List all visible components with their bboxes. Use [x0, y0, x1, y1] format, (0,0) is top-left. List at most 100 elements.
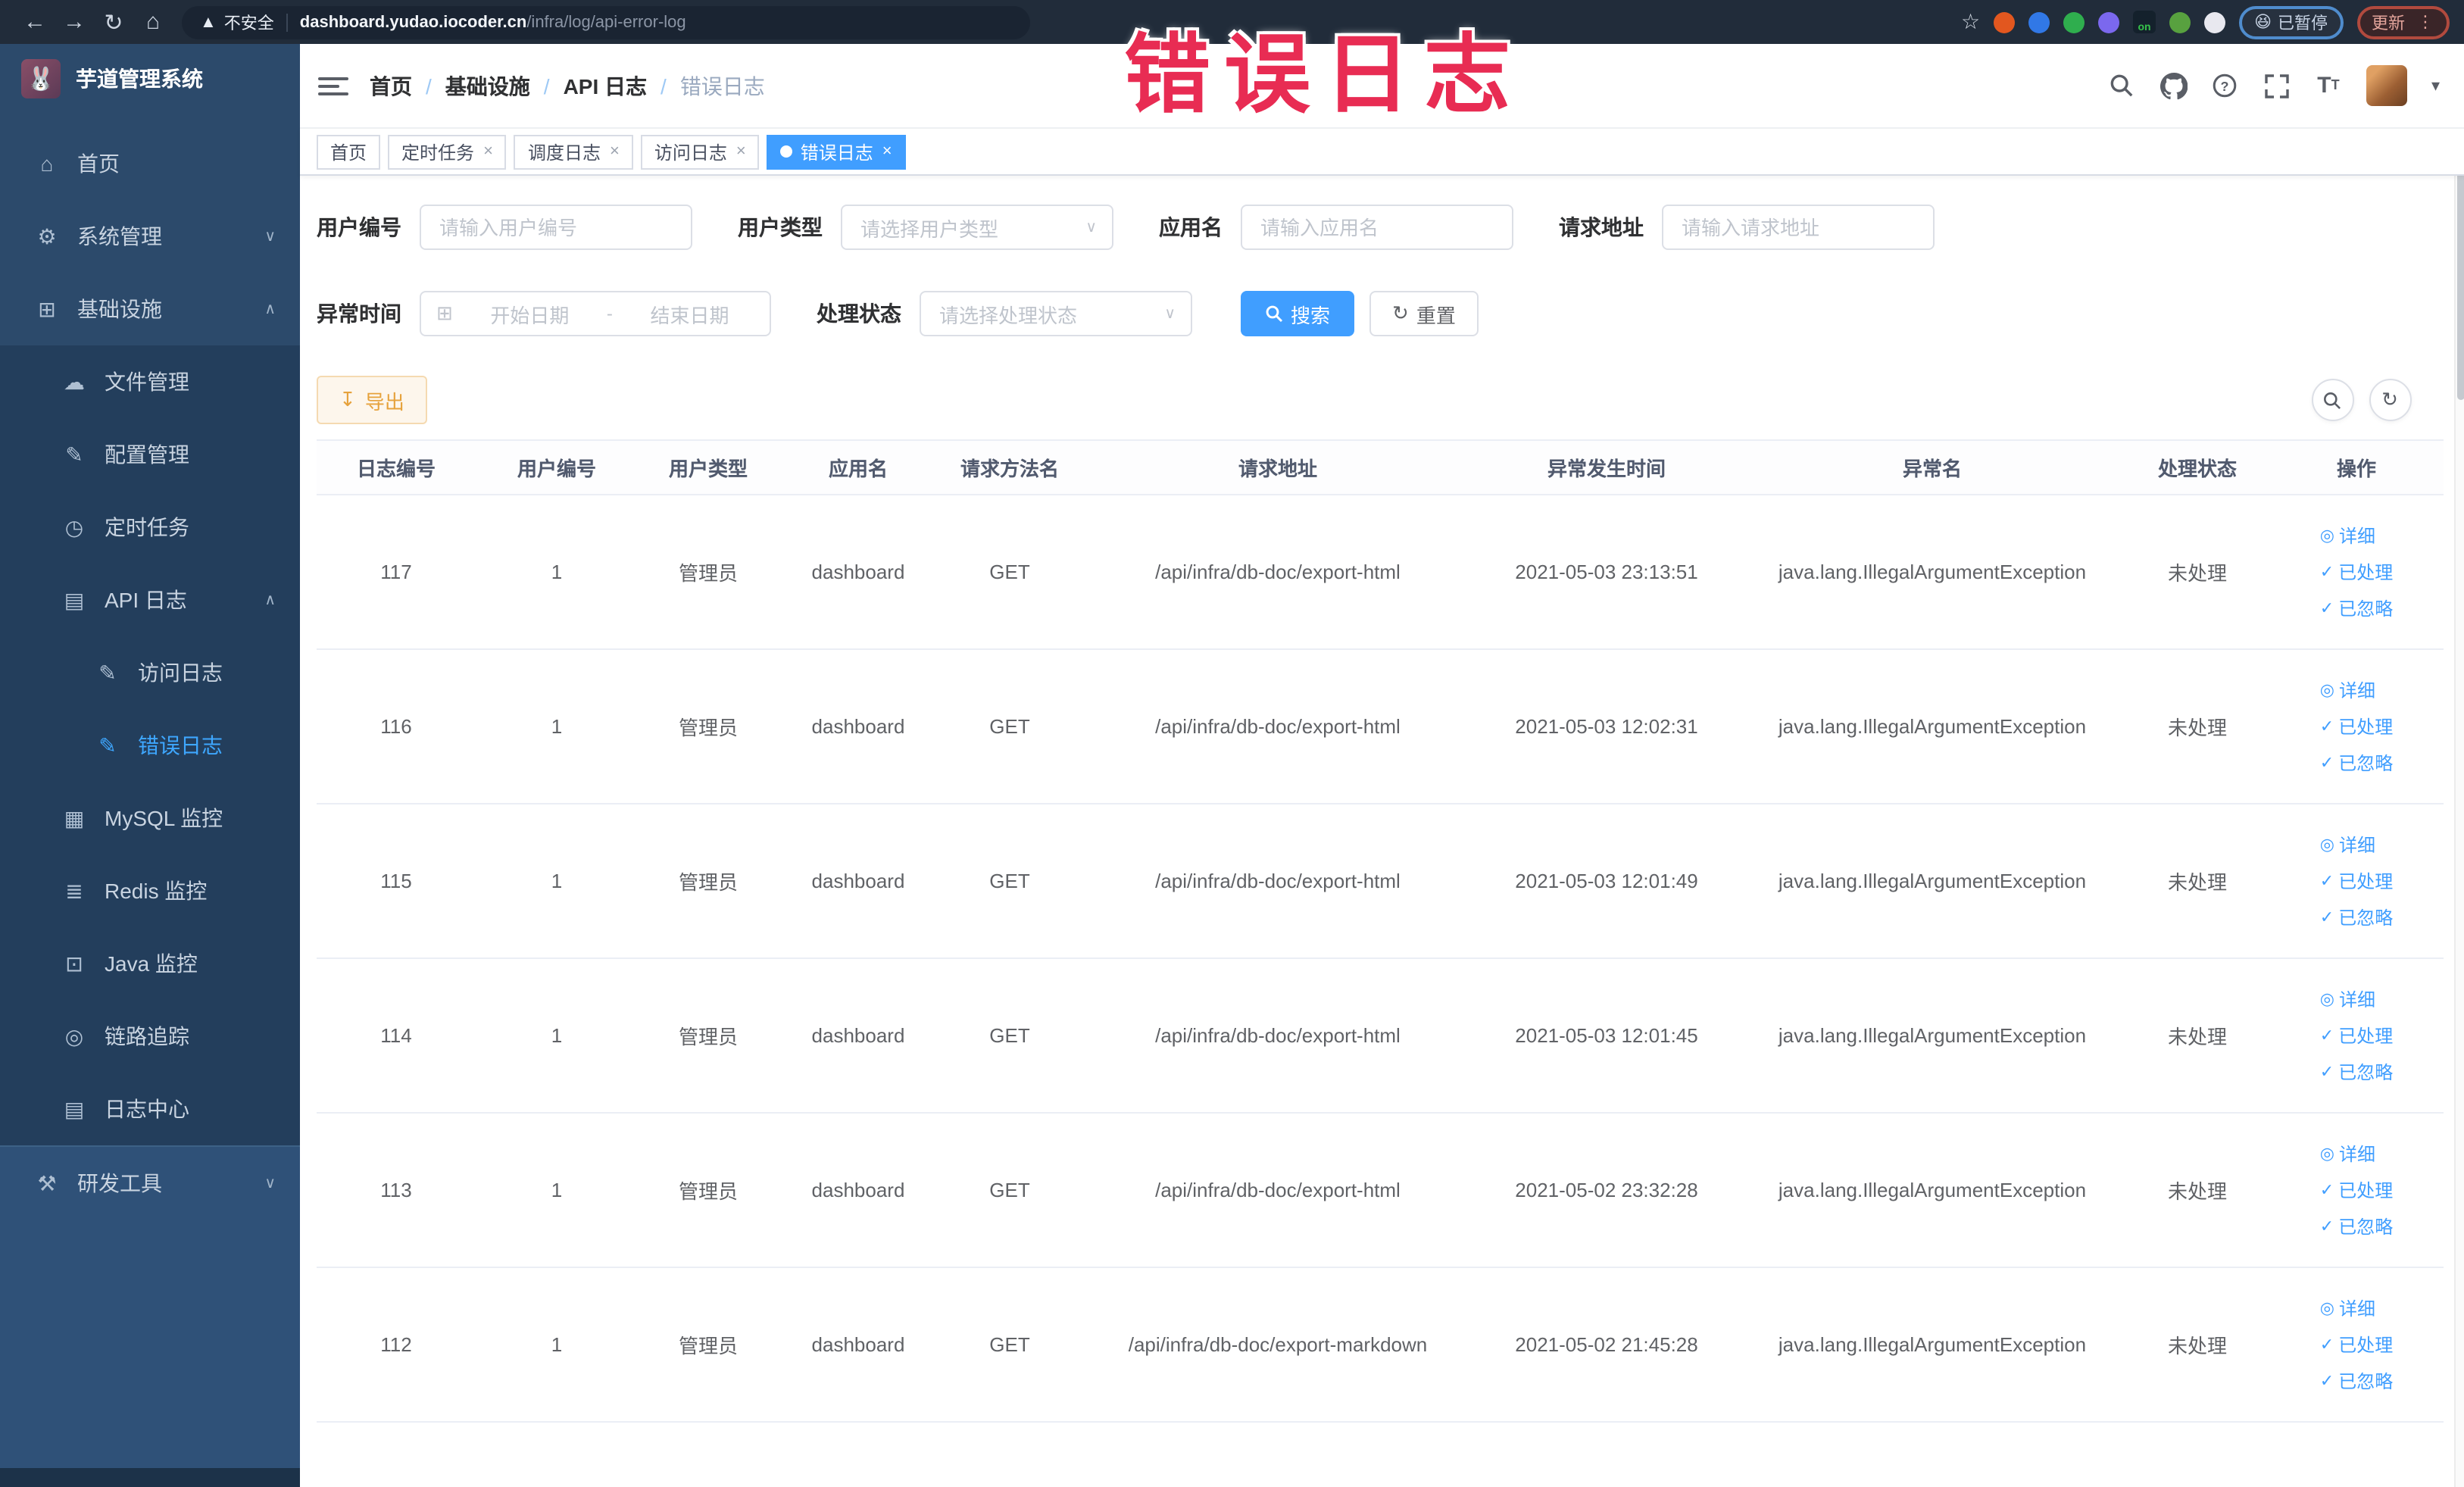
font-size-icon[interactable]: TT: [2315, 72, 2342, 99]
action-ignored[interactable]: ✓ 已忽略: [2320, 1214, 2393, 1239]
browser-update-button[interactable]: 更新 ⋮: [2356, 5, 2449, 39]
cell-user-id: 1: [551, 1179, 563, 1201]
sidebar-item-file-management[interactable]: ☁ 文件管理: [0, 345, 300, 418]
extension-leaf[interactable]: [2169, 11, 2191, 33]
tab-定时任务[interactable]: 定时任务 ×: [388, 134, 507, 169]
action-processed[interactable]: ✓ 已处理: [2320, 1332, 2393, 1357]
extension-orange[interactable]: [1994, 11, 2016, 33]
breadcrumb-item[interactable]: 首页: [370, 70, 412, 101]
cell-user-id: 1: [551, 715, 563, 738]
column-header: 请求方法名: [960, 458, 1059, 480]
tab-错误日志[interactable]: 错误日志 ×: [767, 134, 906, 169]
extension-green-circle[interactable]: [2063, 11, 2085, 33]
refresh-table-button[interactable]: ↻: [2369, 379, 2411, 421]
extension-blue-shield[interactable]: [2028, 11, 2050, 33]
hamburger-icon[interactable]: [318, 77, 348, 95]
user-id-input[interactable]: [420, 205, 692, 250]
extension-on-badge[interactable]: on: [2133, 11, 2156, 33]
check-icon: ✓: [2319, 1336, 2334, 1354]
action-ignored[interactable]: ✓ 已忽略: [2320, 750, 2393, 776]
browser-menu-icon[interactable]: ⋮: [2417, 12, 2434, 32]
close-icon[interactable]: ×: [610, 142, 620, 161]
breadcrumb-item[interactable]: API 日志: [564, 70, 647, 101]
sidebar-item-system-management[interactable]: ⚙ 系统管理 ∨: [0, 200, 300, 273]
chevron-down-icon: ∨: [1085, 219, 1097, 236]
action-detail[interactable]: ◎ 详细: [2320, 1141, 2375, 1167]
browser-home-icon[interactable]: ⌂: [133, 9, 173, 35]
chevron-down-icon[interactable]: ▾: [2431, 76, 2440, 95]
cell-actions: ◎ 详细 ✓ 已处理 ✓ 已忽略: [2269, 832, 2444, 930]
eye-icon: ◎: [2319, 1145, 2334, 1164]
sidebar-item-error-log[interactable]: ✎ 错误日志: [0, 709, 300, 782]
extension-white-star[interactable]: [2204, 11, 2226, 33]
app-name-label: 应用名: [1159, 215, 1223, 239]
tab-首页[interactable]: 首页: [317, 134, 381, 169]
browser-back-icon[interactable]: ←: [15, 9, 55, 35]
tab-访问日志[interactable]: 访问日志 ×: [640, 134, 760, 169]
process-status-select[interactable]: 请选择处理状态 ∨: [920, 291, 1192, 336]
sidebar-item-dev-tools[interactable]: ⚒ 研发工具 ∨: [0, 1147, 300, 1220]
close-icon[interactable]: ×: [882, 142, 892, 161]
sidebar-item-access-log[interactable]: ✎ 访问日志: [0, 636, 300, 709]
toggle-search-button[interactable]: [2311, 379, 2353, 421]
browser-refresh-icon[interactable]: ↻: [94, 8, 133, 36]
user-type-select[interactable]: 请选择用户类型 ∨: [841, 205, 1113, 250]
sidebar-item-mysql-monitor[interactable]: ▦ MySQL 监控: [0, 782, 300, 854]
sidebar-item-log-center[interactable]: ▤ 日志中心: [0, 1073, 300, 1145]
action-ignored[interactable]: ✓ 已忽略: [2320, 1368, 2393, 1394]
action-detail[interactable]: ◎ 详细: [2320, 677, 2375, 703]
action-processed[interactable]: ✓ 已处理: [2320, 559, 2393, 585]
request-url-input[interactable]: [1662, 205, 1935, 250]
sidebar-item-java-monitor[interactable]: ⊡ Java 监控: [0, 927, 300, 1000]
action-processed[interactable]: ✓ 已处理: [2320, 1023, 2393, 1048]
action-ignored[interactable]: ✓ 已忽略: [2320, 595, 2393, 621]
action-processed[interactable]: ✓ 已处理: [2320, 1177, 2393, 1203]
action-ignored[interactable]: ✓ 已忽略: [2320, 904, 2393, 930]
help-icon[interactable]: ?: [2212, 72, 2239, 99]
sidebar-item-scheduled-tasks[interactable]: ◷ 定时任务: [0, 491, 300, 564]
app-name-input[interactable]: [1241, 205, 1513, 250]
export-button[interactable]: ↧ 导出: [317, 376, 427, 424]
search-button[interactable]: 搜索: [1241, 291, 1355, 336]
fullscreen-icon[interactable]: [2263, 72, 2291, 99]
chevron-down-icon: ∨: [264, 228, 276, 245]
error-log-table: 日志编号 用户编号 用户类型 应用名 请求方法名 请求地址 异常发生时间 异常名 处理状态 操作 1…: [317, 439, 2444, 1423]
action-detail[interactable]: ◎ 详细: [2320, 832, 2375, 858]
tab-调度日志[interactable]: 调度日志 ×: [514, 134, 633, 169]
avatar[interactable]: [2366, 65, 2407, 106]
action-detail[interactable]: ◎ 详细: [2320, 523, 2375, 548]
scrollbar-thumb[interactable]: [2456, 142, 2464, 400]
action-ignored[interactable]: ✓ 已忽略: [2320, 1059, 2393, 1085]
action-processed[interactable]: ✓ 已处理: [2320, 714, 2393, 739]
github-icon[interactable]: [2160, 72, 2188, 99]
java-icon: ⊡: [65, 951, 83, 975]
check-icon: ✓: [2319, 873, 2334, 891]
address-bar[interactable]: ▲ 不安全 dashboard.yudao.iocoder.cn/infra/l…: [182, 5, 1030, 39]
search-icon[interactable]: [2109, 72, 2136, 99]
extension-grid[interactable]: [2098, 11, 2120, 33]
sidebar-item-trace[interactable]: ◎ 链路追踪: [0, 1000, 300, 1073]
sidebar-item-redis-monitor[interactable]: ≣ Redis 监控: [0, 854, 300, 927]
close-icon[interactable]: ×: [736, 142, 746, 161]
vertical-scrollbar[interactable]: [2453, 130, 2464, 1487]
cell-actions: ◎ 详细 ✓ 已处理 ✓ 已忽略: [2269, 677, 2444, 776]
extension-paused-badge[interactable]: 😆 已暂停: [2239, 5, 2343, 39]
sidebar-item-infrastructure[interactable]: ⊞ 基础设施 ∧: [0, 273, 300, 345]
reset-button[interactable]: ↻ 重置: [1369, 291, 1479, 336]
close-icon[interactable]: ×: [483, 142, 493, 161]
sidebar-item-home[interactable]: ⌂ 首页: [0, 127, 300, 200]
exception-time-range-picker[interactable]: ⊞ 开始日期 - 结束日期: [420, 291, 771, 336]
sidebar-item-api-log[interactable]: ▤ API 日志 ∧: [0, 564, 300, 636]
edit-icon: ✎: [98, 660, 117, 684]
action-processed[interactable]: ✓ 已处理: [2320, 868, 2393, 894]
breadcrumb-item[interactable]: 基础设施: [445, 70, 530, 101]
app-logo[interactable]: 🐰 芋道管理系统: [0, 44, 300, 114]
breadcrumb-separator: /: [543, 73, 550, 98]
browser-forward-icon[interactable]: →: [55, 9, 94, 35]
action-detail[interactable]: ◎ 详细: [2320, 986, 2375, 1012]
action-detail[interactable]: ◎ 详细: [2320, 1295, 2375, 1321]
column-header: 异常发生时间: [1547, 458, 1666, 480]
bookmark-star-icon[interactable]: ☆: [1961, 9, 1980, 35]
cell-log-id: 112: [380, 1333, 412, 1356]
sidebar-item-config-management[interactable]: ✎ 配置管理: [0, 418, 300, 491]
